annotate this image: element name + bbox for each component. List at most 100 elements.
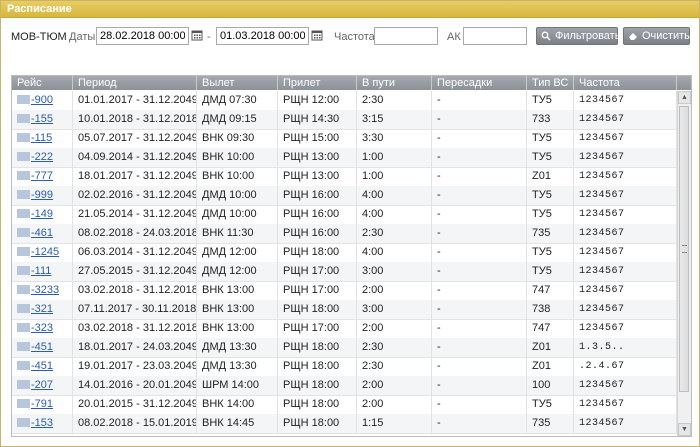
flight-number[interactable]: -207 <box>31 379 53 391</box>
header-col-arrival[interactable]: Прилет <box>278 76 357 90</box>
departure-cell: ДМД 13:30 <box>197 338 278 357</box>
flight-cell[interactable]: -149 <box>12 205 73 224</box>
departure-cell: ДМД 10:00 <box>197 186 278 205</box>
frequency-cell: 1234567 <box>574 414 677 433</box>
flight-cell[interactable]: -451 <box>12 357 73 376</box>
ak-input[interactable] <box>463 27 527 45</box>
flight-number[interactable]: -149 <box>31 208 53 220</box>
table-row[interactable]: -323 03.02.2018 - 31.12.2018 ВНК 13:00 РЩН … <box>12 319 677 339</box>
flight-number[interactable]: -153 <box>31 417 53 429</box>
flight-number[interactable]: -155 <box>31 113 53 125</box>
scroll-down-icon[interactable]: ▼ <box>678 423 691 436</box>
flight-number[interactable]: -791 <box>31 398 53 410</box>
calendar-icon[interactable] <box>311 29 323 41</box>
flight-cell[interactable]: -900 <box>12 91 73 110</box>
frequency-cell: 1234567 <box>574 167 677 186</box>
date-from-input[interactable] <box>96 27 189 45</box>
duration-cell: 4:00 <box>357 205 432 224</box>
calendar-icon[interactable] <box>191 29 203 41</box>
flight-number[interactable]: -321 <box>31 303 53 315</box>
flight-number[interactable]: -999 <box>31 189 53 201</box>
table-row[interactable]: -149 21.05.2014 - 31.12.2049 ДМД 10:00 РЩН … <box>12 205 677 225</box>
departure-cell: ДМД 13:30 <box>197 357 278 376</box>
table-row[interactable]: -451 19.01.2017 - 23.03.2049 ДМД 13:30 РЩН … <box>12 357 677 377</box>
flight-cell[interactable]: -777 <box>12 167 73 186</box>
table-row[interactable]: -1245 06.03.2014 - 31.12.2049 ДМД 12:00 РЩН… <box>12 243 677 263</box>
header-col-frequency[interactable]: Частота <box>574 76 677 90</box>
header-col-duration[interactable]: В пути <box>357 76 432 90</box>
header-col-departure[interactable]: Вылет <box>197 76 278 90</box>
flight-number[interactable]: -3233 <box>31 284 59 296</box>
arrival-cell: РЩН 16:00 <box>278 186 357 205</box>
table-row[interactable]: -3233 03.02.2018 - 31.12.2018 ВНК 13:00 РЩН… <box>12 281 677 301</box>
flight-cell[interactable]: -222 <box>12 148 73 167</box>
flight-cell[interactable]: -3233 <box>12 281 73 300</box>
table-row[interactable]: -115 05.07.2017 - 31.12.2049 ВНК 09:30 РЩН … <box>12 129 677 149</box>
table-row[interactable]: -999 02.02.2016 - 31.12.2049 ДМД 10:00 РЩН … <box>12 186 677 206</box>
table-row[interactable]: -451 18.01.2017 - 24.03.2049 ДМД 13:30 РЩН … <box>12 338 677 358</box>
flight-cell[interactable]: -321 <box>12 300 73 319</box>
flight-number[interactable]: -451 <box>31 341 53 353</box>
header-col-period[interactable]: Период <box>73 76 197 90</box>
clear-button[interactable]: Очистить <box>623 27 690 45</box>
flight-number[interactable]: -323 <box>31 322 53 334</box>
flight-number[interactable]: -777 <box>31 170 53 182</box>
table-row[interactable]: -321 07.11.2017 - 30.11.2018 ВНК 13:00 РЩН … <box>12 300 677 320</box>
frequency-input[interactable] <box>374 27 438 45</box>
aircraft-cell: ТУ5 <box>527 91 574 110</box>
flight-number[interactable]: -111 <box>31 265 51 277</box>
clear-button-label: Очистить <box>642 30 690 42</box>
period-cell: 18.01.2017 - 31.12.2049 <box>73 167 197 186</box>
flight-cell[interactable]: -323 <box>12 319 73 338</box>
transfers-cell: - <box>432 224 527 243</box>
flight-cell[interactable]: -111 <box>12 262 73 281</box>
flight-cell[interactable]: -115 <box>12 129 73 148</box>
transfers-cell: - <box>432 300 527 319</box>
airline-code-mask <box>17 266 30 275</box>
frequency-cell: 1234567 <box>574 148 677 167</box>
flight-number[interactable]: -900 <box>31 94 53 106</box>
header-col-aircraft[interactable]: Тип ВС <box>527 76 574 90</box>
aircraft-cell: 738 <box>527 300 574 319</box>
frequency-cell: 1234567 <box>574 129 677 148</box>
flight-cell[interactable]: -791 <box>12 395 73 414</box>
flight-cell[interactable]: -461 <box>12 224 73 243</box>
filter-button[interactable]: Фильтровать <box>536 27 620 45</box>
vertical-scrollbar[interactable]: ▲ ▼ <box>677 91 691 436</box>
header-col-flight[interactable]: Рейс <box>12 76 73 90</box>
flight-number[interactable]: -115 <box>31 132 52 144</box>
table-row[interactable]: -207 14.01.2016 - 20.01.2049 ШРМ 14:00 РЩН … <box>12 376 677 396</box>
transfers-cell: - <box>432 281 527 300</box>
table-row[interactable]: -222 04.09.2014 - 31.12.2049 ВНК 10:00 РЩН … <box>12 148 677 168</box>
duration-cell: 2:00 <box>357 395 432 414</box>
table-row[interactable]: -461 08.02.2018 - 24.03.2018 ВНК 11:30 РЩН … <box>12 224 677 244</box>
flight-cell[interactable]: -1245 <box>12 243 73 262</box>
flight-cell[interactable]: -207 <box>12 376 73 395</box>
flight-number[interactable]: -222 <box>31 151 53 163</box>
flight-cell[interactable]: -155 <box>12 110 73 129</box>
header-col-transfers[interactable]: Пересадки <box>432 76 527 90</box>
scroll-thumb[interactable] <box>679 106 689 392</box>
flight-cell[interactable]: -999 <box>12 186 73 205</box>
table-row[interactable]: -900 01.01.2017 - 31.12.2049 ДМД 07:30 РЩН … <box>12 91 677 111</box>
scroll-up-icon[interactable]: ▲ <box>678 91 691 104</box>
date-to-input[interactable] <box>216 27 309 45</box>
period-cell: 07.11.2017 - 30.11.2018 <box>73 300 197 319</box>
transfers-cell: - <box>432 338 527 357</box>
table-row[interactable]: -791 20.01.2015 - 31.12.2049 ВНК 14:00 РЩН … <box>12 395 677 415</box>
flight-cell[interactable]: -153 <box>12 414 73 433</box>
aircraft-cell: 735 <box>527 414 574 433</box>
frequency-cell: 1234567 <box>574 243 677 262</box>
aircraft-cell: 100 <box>527 376 574 395</box>
flight-number[interactable]: -461 <box>31 227 53 239</box>
table-row[interactable]: -155 10.01.2018 - 31.12.2018 ДМД 09:15 РЩН … <box>12 110 677 130</box>
aircraft-cell: 735 <box>527 224 574 243</box>
table-row[interactable]: -111 27.05.2015 - 31.12.2049 ДМД 12:00 РЩН … <box>12 262 677 282</box>
flight-cell[interactable]: -451 <box>12 338 73 357</box>
flight-number[interactable]: -1245 <box>31 246 59 258</box>
duration-cell: 2:00 <box>357 376 432 395</box>
search-icon <box>541 31 551 41</box>
table-row[interactable]: -777 18.01.2017 - 31.12.2049 ВНК 10:00 РЩН … <box>12 167 677 187</box>
flight-number[interactable]: -451 <box>31 360 53 372</box>
table-row[interactable]: -153 08.02.2018 - 15.01.2019 ВНК 14:45 РЩН … <box>12 414 677 434</box>
